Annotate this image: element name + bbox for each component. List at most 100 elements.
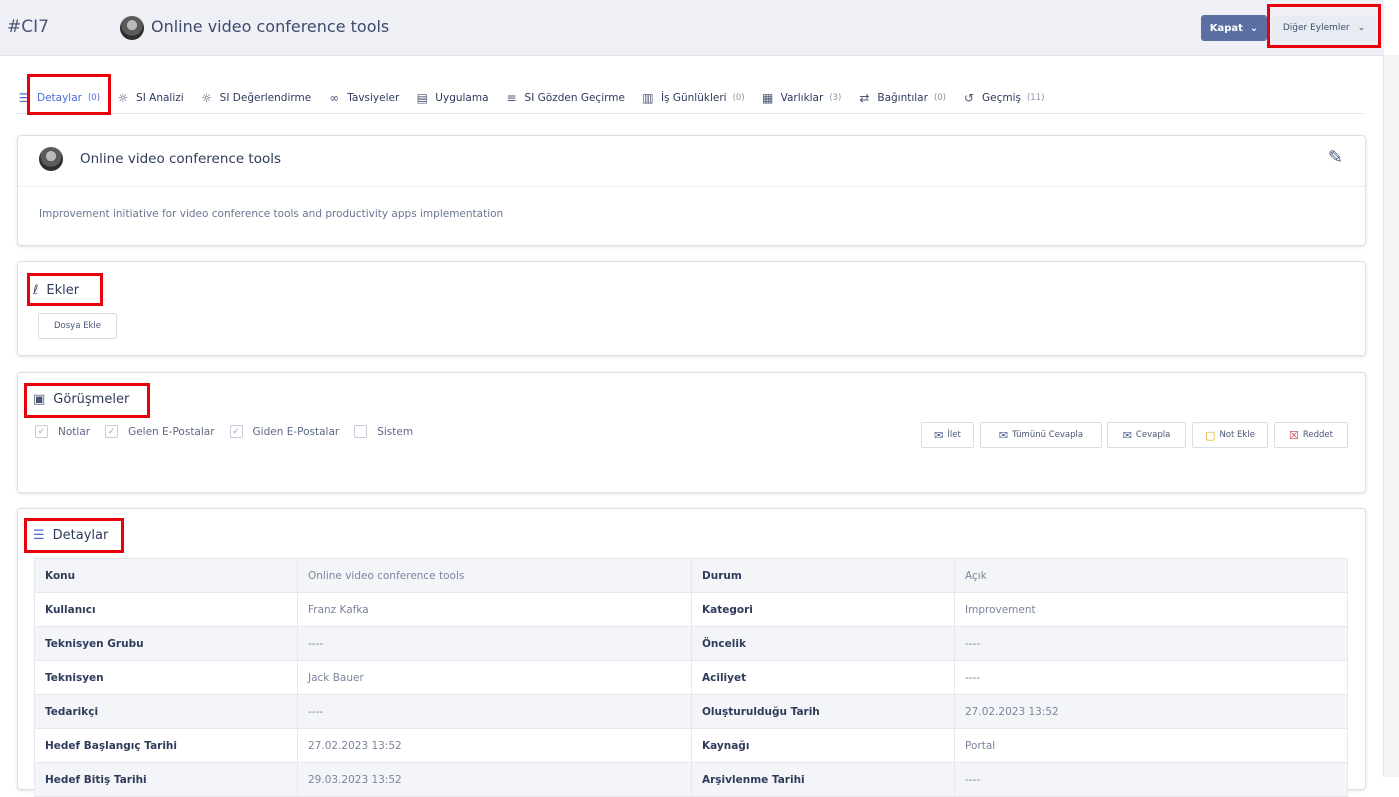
reject-button[interactable]: ☒ Reddet: [1274, 422, 1348, 448]
edit-icon[interactable]: ✎: [1328, 147, 1343, 168]
checkbox-checked[interactable]: ✓: [35, 425, 48, 438]
reply-button[interactable]: ✉ Cevapla: [1107, 422, 1186, 448]
filter-label: Notlar: [58, 425, 91, 438]
scrollbar[interactable]: [1383, 55, 1399, 777]
filter-label: Sistem: [377, 425, 414, 438]
close-button-label: Kapat: [1209, 22, 1243, 34]
table-row: Hedef Bitiş Tarihi 29.03.2023 13:52 Arşi…: [34, 762, 1348, 797]
tab-worklogs[interactable]: ▥ İş Günlükleri (0): [641, 91, 744, 105]
summary-description: Improvement initiative for video confere…: [39, 208, 504, 220]
field-label: Arşivlenme Tarihi: [691, 762, 955, 797]
details-title: ☰ Detaylar: [33, 528, 108, 543]
field-value: Jack Bauer: [297, 660, 692, 695]
attachments-title: ℓ Ekler: [33, 283, 79, 298]
attachments-card: ℓ Ekler Dosya Ekle: [17, 261, 1366, 356]
tab-label: Varlıklar: [780, 92, 824, 104]
tab-label: Bağıntılar: [877, 92, 928, 104]
tab-label: Detaylar: [37, 92, 82, 104]
list-icon: ☰: [18, 91, 30, 105]
tab-label: Geçmiş: [981, 92, 1021, 104]
filter-notes[interactable]: ✓ Notlar: [35, 425, 90, 438]
tab-si-evaluation[interactable]: ☼ SI Değerlendirme: [200, 91, 312, 105]
tab-assets[interactable]: ▦ Varlıklar (3): [761, 91, 842, 105]
reply-all-button[interactable]: ✉ Tümünü Cevapla: [980, 422, 1102, 448]
note-icon: ▢: [1205, 428, 1216, 442]
reply-label: Cevapla: [1135, 430, 1171, 440]
tab-recommendations[interactable]: ∞ Tavsiyeler: [327, 91, 399, 105]
tab-si-analysis[interactable]: ☼ SI Analizi: [116, 91, 184, 105]
checkbox-checked[interactable]: ✓: [105, 425, 119, 438]
tab-bar: ☰ Detaylar (0) ☼ SI Analizi ☼ SI Değerle…: [17, 83, 1364, 114]
field-value: ----: [954, 660, 1348, 695]
tab-count: (3): [829, 93, 842, 103]
field-value: 27.02.2023 13:52: [954, 694, 1348, 729]
chevron-down-icon: ⌄: [1357, 23, 1366, 33]
field-label: Hedef Başlangıç Tarihi: [34, 728, 298, 763]
history-icon: ↺: [963, 91, 975, 105]
bulb-icon: ☼: [117, 91, 129, 105]
table-row: Kullanıcı Franz Kafka Kategori Improveme…: [34, 592, 1348, 627]
field-label: Durum: [691, 558, 955, 593]
field-value: ----: [954, 762, 1348, 797]
tab-relations[interactable]: ⇄ Bağıntılar (0): [857, 91, 946, 105]
paperclip-icon: ℓ: [33, 283, 39, 298]
field-value: Portal: [954, 728, 1348, 763]
conversations-title-label: Görüşmeler: [53, 392, 130, 407]
more-actions-button[interactable]: Diğer Eylemler ⌄: [1272, 15, 1376, 41]
field-value: ----: [954, 626, 1348, 661]
tab-si-review[interactable]: ≡ SI Gözden Geçirme: [505, 91, 625, 105]
user-avatar: [120, 16, 144, 40]
forward-label: İlet: [947, 430, 961, 440]
field-value: 27.02.2023 13:52: [297, 728, 692, 763]
details-title-label: Detaylar: [52, 528, 109, 543]
add-file-button[interactable]: Dosya Ekle: [38, 313, 117, 339]
field-value: ----: [297, 694, 692, 729]
reply-mail-icon: ✉: [1122, 428, 1132, 442]
tab-details[interactable]: ☰ Detaylar (0): [17, 91, 100, 105]
tab-label: SI Değerlendirme: [219, 92, 312, 104]
filter-incoming-emails[interactable]: ✓ Gelen E-Postalar: [105, 425, 215, 438]
worklog-icon: ▥: [642, 91, 654, 105]
field-label: Teknisyen: [34, 660, 298, 695]
tab-count: (0): [87, 93, 101, 103]
table-row: Konu Online video conference tools Durum…: [34, 558, 1348, 593]
field-label: Konu: [34, 558, 298, 593]
filter-label: Giden E-Postalar: [252, 425, 340, 438]
tab-label: SI Gözden Geçirme: [524, 92, 625, 104]
add-file-label: Dosya Ekle: [54, 321, 101, 331]
filter-label: Gelen E-Postalar: [128, 425, 215, 438]
tab-history[interactable]: ↺ Geçmiş (11): [962, 91, 1044, 105]
filter-system[interactable]: Sistem: [354, 425, 413, 438]
conversation-filters: ✓ Notlar ✓ Gelen E-Postalar ✓ Giden E-Po…: [35, 425, 428, 438]
table-row: Hedef Başlangıç Tarihi 27.02.2023 13:52 …: [34, 728, 1348, 763]
table-row: Tedarikçi ---- Oluşturulduğu Tarih 27.02…: [34, 694, 1348, 729]
asset-icon: ▦: [761, 91, 774, 105]
close-button[interactable]: Kapat ⌄: [1201, 15, 1267, 41]
details-table: Konu Online video conference tools Durum…: [34, 558, 1348, 797]
field-label: Öncelik: [691, 626, 955, 661]
add-note-button[interactable]: ▢ Not Ekle: [1192, 422, 1268, 448]
page-title: Online video conference tools: [151, 17, 390, 36]
filter-outgoing-emails[interactable]: ✓ Giden E-Postalar: [229, 425, 340, 438]
tab-count: (11): [1026, 93, 1045, 103]
tab-label: Uygulama: [435, 92, 489, 104]
field-label: Kullanıcı: [34, 592, 298, 627]
more-actions-label: Diğer Eylemler: [1282, 23, 1350, 33]
reject-label: Reddet: [1302, 430, 1333, 440]
field-value: Açık: [954, 558, 1348, 593]
forward-mail-icon: ✉: [934, 428, 944, 442]
relation-icon: ⇄: [859, 91, 870, 105]
forward-button[interactable]: ✉ İlet: [921, 422, 974, 448]
field-label: Kaynağı: [691, 728, 955, 763]
layers-icon: ≡: [506, 91, 517, 105]
field-value: Improvement: [954, 592, 1348, 627]
reject-icon: ☒: [1289, 428, 1299, 442]
chevron-down-icon: ⌄: [1249, 22, 1259, 34]
clipboard-icon: ▤: [416, 91, 428, 105]
attachments-title-label: Ekler: [46, 283, 80, 298]
summary-title: Online video conference tools: [80, 151, 282, 167]
checkbox-unchecked[interactable]: [354, 425, 368, 438]
checkbox-checked[interactable]: ✓: [229, 425, 243, 438]
tab-implementation[interactable]: ▤ Uygulama: [415, 91, 489, 105]
field-value: ----: [297, 626, 692, 661]
